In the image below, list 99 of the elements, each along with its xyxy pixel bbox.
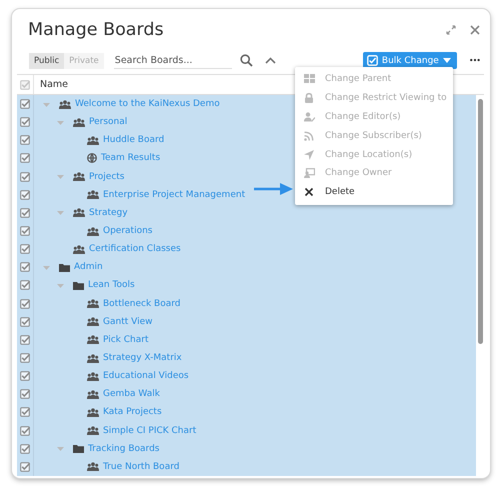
table-row[interactable]: Admin	[17, 258, 476, 276]
checkbox[interactable]	[20, 334, 30, 345]
expand-icon[interactable]	[446, 25, 456, 35]
table-row[interactable]: Tracking Boards	[17, 440, 476, 458]
search-icon[interactable]	[240, 54, 253, 67]
group-icon	[87, 462, 99, 472]
checkbox[interactable]	[20, 117, 30, 128]
checkbox[interactable]	[20, 208, 30, 218]
table-row[interactable]: Bottleneck Board	[17, 294, 476, 313]
group-icon	[87, 190, 99, 200]
table-row[interactable]: Gantt View	[17, 312, 476, 331]
column-header[interactable]: Name	[34, 79, 68, 90]
board-link[interactable]: Strategy X-Matrix	[103, 353, 182, 364]
table-row[interactable]: Operations	[17, 222, 476, 240]
board-link[interactable]: Welcome to the KaiNexus Demo	[75, 99, 220, 110]
group-icon	[87, 317, 99, 326]
board-link[interactable]: Personal	[89, 117, 128, 128]
board-link[interactable]: Strategy	[89, 208, 128, 218]
group-icon	[73, 118, 85, 127]
user-edit-icon	[304, 112, 315, 122]
board-link[interactable]: Tracking Boards	[88, 444, 160, 454]
more-button[interactable]: •••	[468, 56, 480, 65]
folder-icon	[73, 280, 84, 290]
board-link[interactable]: True North Board	[103, 462, 180, 472]
group-icon	[87, 299, 99, 308]
group-icon	[87, 426, 99, 436]
table-row[interactable]: Certification Classes	[17, 240, 476, 258]
checkbox[interactable]	[20, 280, 30, 290]
board-link[interactable]: Admin	[74, 262, 103, 272]
presenter-icon	[304, 168, 315, 178]
checkbox[interactable]	[20, 80, 30, 90]
dialog-title: Manage Boards	[28, 20, 165, 40]
checkbox[interactable]	[20, 389, 30, 400]
board-link[interactable]: Enterprise Project Management	[103, 190, 246, 200]
table-row[interactable]: Lean Tools	[17, 276, 476, 295]
checkbox[interactable]	[20, 262, 30, 272]
checkbox[interactable]	[20, 190, 30, 200]
checkbox[interactable]	[20, 426, 30, 436]
board-link[interactable]: Gantt View	[103, 316, 152, 327]
table-row[interactable]: Pick Chart	[17, 330, 476, 349]
board-link[interactable]: Gemba Walk	[103, 389, 160, 400]
table-row[interactable]: Kata Projects	[17, 403, 476, 422]
globe-icon	[87, 153, 97, 164]
group-icon	[87, 136, 99, 145]
checkbox[interactable]	[20, 99, 30, 110]
board-link[interactable]: Huddle Board	[103, 135, 164, 146]
checkbox[interactable]	[20, 153, 30, 164]
checkbox[interactable]	[20, 371, 30, 382]
group-icon	[73, 208, 85, 218]
board-link[interactable]: Simple CI PICK Chart	[103, 426, 196, 436]
table-row[interactable]: Simple CI PICK Chart	[17, 422, 476, 440]
checkbox[interactable]	[20, 444, 30, 454]
folder-icon	[59, 262, 70, 272]
group-icon	[87, 408, 99, 417]
table-row[interactable]: Educational Videos	[17, 367, 476, 386]
board-link[interactable]: Educational Videos	[103, 371, 189, 382]
group-icon	[87, 354, 99, 363]
table-row[interactable]: Strategy	[17, 204, 476, 222]
group-icon	[87, 335, 99, 344]
table-row[interactable]: Gemba Walk	[17, 385, 476, 404]
checkbox[interactable]	[20, 316, 30, 327]
checkbox[interactable]	[20, 353, 30, 364]
scrollbar-thumb[interactable]	[478, 99, 483, 344]
feed-icon	[304, 130, 315, 141]
pointer-arrow	[254, 183, 294, 195]
board-link[interactable]: Operations	[103, 226, 152, 236]
checkbox[interactable]	[20, 135, 30, 146]
group-icon	[73, 172, 85, 182]
lock-icon	[304, 93, 315, 104]
caret-down-icon	[442, 58, 451, 63]
table-row[interactable]: True North Board	[17, 458, 476, 476]
group-icon	[59, 100, 71, 109]
checkbox[interactable]	[20, 462, 30, 472]
board-link[interactable]: Kata Projects	[103, 407, 162, 418]
location-arrow-icon	[304, 150, 315, 160]
segment-tab[interactable]: Public	[29, 52, 64, 68]
chevron-up-icon[interactable]	[264, 57, 276, 64]
group-icon	[87, 372, 99, 381]
group-icon	[87, 390, 99, 399]
board-link[interactable]: Team Results	[101, 153, 160, 164]
checkbox[interactable]	[20, 298, 30, 309]
grid-icon	[304, 74, 315, 84]
checkbox[interactable]	[20, 172, 30, 182]
checkbox[interactable]	[20, 226, 30, 236]
board-link[interactable]: Bottleneck Board	[103, 298, 180, 309]
checkbox[interactable]	[20, 244, 30, 254]
board-link[interactable]: Lean Tools	[88, 280, 135, 290]
table-row[interactable]: Strategy X-Matrix	[17, 348, 476, 368]
folder-icon	[73, 444, 84, 454]
segment-tab[interactable]: Private	[64, 52, 104, 68]
board-link[interactable]: Projects	[89, 172, 124, 182]
checkbox[interactable]	[20, 407, 30, 418]
board-link[interactable]: Pick Chart	[103, 334, 148, 345]
delete-icon	[304, 187, 315, 198]
close-icon[interactable]	[470, 25, 480, 35]
board-link[interactable]: Certification Classes	[89, 244, 181, 254]
group-icon	[73, 244, 85, 254]
search-field[interactable]: Search Boards...	[114, 52, 232, 68]
group-icon	[87, 226, 99, 236]
